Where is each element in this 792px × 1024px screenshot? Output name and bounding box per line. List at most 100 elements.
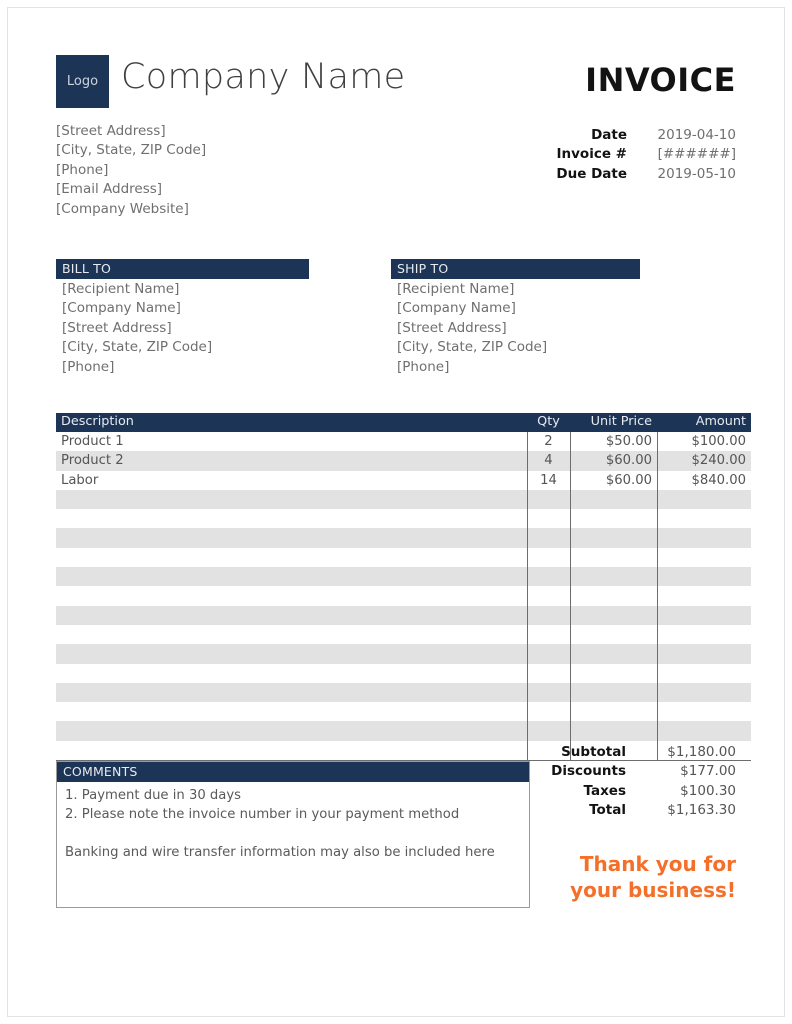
line-item-description xyxy=(56,702,527,721)
column-header-description: Description xyxy=(61,414,134,429)
bill-to-line: [City, State, ZIP Code] xyxy=(62,339,213,356)
line-item-qty xyxy=(527,664,570,683)
bill-to-line: [Recipient Name] xyxy=(62,281,180,297)
column-header-qty: Qty xyxy=(537,414,560,429)
line-item-row-empty[interactable] xyxy=(56,702,751,721)
date-label: Date xyxy=(591,127,627,143)
logo-label: Logo xyxy=(66,74,99,89)
ship-to-section: SHIP TO [Recipient Name] [Company Name] … xyxy=(391,259,640,377)
ship-to-lines: [Recipient Name] [Company Name] [Street … xyxy=(391,279,640,377)
subtotal-label: Subtotal xyxy=(561,744,626,760)
invoice-number-label: Invoice # xyxy=(556,146,627,163)
line-item-description xyxy=(56,567,527,586)
company-address-line: [Email Address] xyxy=(56,181,163,198)
line-item-qty xyxy=(527,586,570,605)
ship-to-header: SHIP TO xyxy=(391,259,640,279)
line-items-table: Description Qty Unit Price Amount Produc… xyxy=(56,413,751,762)
line-item-description xyxy=(56,606,527,625)
line-item-qty xyxy=(527,490,570,509)
total-value: $1,163.30 xyxy=(667,802,736,819)
line-items-header-row: Description Qty Unit Price Amount xyxy=(56,413,751,432)
line-item-row-empty[interactable] xyxy=(56,489,751,510)
line-item-row-empty[interactable] xyxy=(56,644,751,664)
subtotal-value: $1,180.00 xyxy=(667,744,736,760)
bill-to-line: [Phone] xyxy=(62,358,115,375)
line-item-qty: 14 xyxy=(540,472,557,488)
line-item-amount xyxy=(657,683,751,702)
column-header-unit-price: Unit Price xyxy=(590,414,652,429)
line-item-row-empty[interactable] xyxy=(56,586,751,605)
comments-line: 2. Please note the invoice number in you… xyxy=(65,807,460,823)
line-item-unit-price xyxy=(570,490,657,509)
line-item-qty xyxy=(527,625,570,644)
line-item-description xyxy=(56,548,527,567)
line-item-unit-price: $50.00 xyxy=(605,434,652,449)
due-date-label: Due Date xyxy=(556,165,627,182)
line-item-amount xyxy=(657,606,751,625)
line-item-row-empty[interactable] xyxy=(56,682,751,703)
line-item-qty xyxy=(527,644,570,663)
line-item-description xyxy=(56,721,527,740)
line-item-row[interactable]: Product 1 2 $50.00 $100.00 xyxy=(56,432,751,451)
line-item-qty xyxy=(527,683,570,702)
line-item-description xyxy=(56,683,527,702)
line-items-body: Product 1 2 $50.00 $100.00 Product 2 4 $60.00 $… xyxy=(56,432,751,761)
line-item-amount: $240.00 xyxy=(691,453,746,469)
column-header-amount: Amount xyxy=(695,414,746,429)
comments-spacer xyxy=(65,824,521,843)
line-item-unit-price: $60.00 xyxy=(605,472,652,488)
line-item-amount: $100.00 xyxy=(691,434,746,449)
line-item-row-empty[interactable] xyxy=(56,625,751,644)
line-item-unit-price xyxy=(570,528,657,547)
taxes-value: $100.30 xyxy=(680,782,736,799)
invoice-meta-block: Date 2019-04-10 Invoice # [######] Due D… xyxy=(436,126,736,184)
line-item-row-empty[interactable] xyxy=(56,548,751,567)
line-item-row-empty[interactable] xyxy=(56,605,751,625)
line-item-unit-price xyxy=(570,721,657,740)
line-item-row-empty[interactable] xyxy=(56,664,751,683)
line-item-amount xyxy=(657,586,751,605)
company-address-line: [City, State, ZIP Code] xyxy=(56,142,207,159)
bill-to-line: [Street Address] xyxy=(62,319,172,336)
line-item-amount xyxy=(657,625,751,644)
line-item-row-empty[interactable] xyxy=(56,567,751,587)
line-item-qty xyxy=(527,509,570,528)
line-item-amount xyxy=(657,509,751,528)
due-date-value: 2019-05-10 xyxy=(657,165,736,182)
line-item-unit-price: $60.00 xyxy=(605,453,652,469)
line-item-qty: 4 xyxy=(544,453,553,469)
ship-to-line: [Recipient Name] xyxy=(397,281,515,297)
line-item-row[interactable]: Labor 14 $60.00 $840.00 xyxy=(56,471,751,490)
line-item-description: Labor xyxy=(61,472,99,488)
line-item-row-empty[interactable] xyxy=(56,528,751,548)
line-item-unit-price xyxy=(570,702,657,721)
bill-to-lines: [Recipient Name] [Company Name] [Street … xyxy=(56,279,309,377)
comments-header: COMMENTS xyxy=(57,762,529,782)
company-address-line: [Street Address] xyxy=(56,123,166,139)
line-item-unit-price xyxy=(570,567,657,586)
line-item-amount xyxy=(657,644,751,663)
line-item-description xyxy=(56,625,527,644)
line-item-unit-price xyxy=(570,606,657,625)
line-item-description xyxy=(56,490,527,509)
company-name: Company Name xyxy=(121,57,406,97)
ship-to-line: [Company Name] xyxy=(397,300,516,317)
thank-you-line-2: your business! xyxy=(570,878,736,902)
line-item-qty xyxy=(527,567,570,586)
bill-to-section: BILL TO [Recipient Name] [Company Name] … xyxy=(56,259,309,377)
line-item-qty xyxy=(527,606,570,625)
line-item-unit-price xyxy=(570,548,657,567)
line-item-unit-price xyxy=(570,644,657,663)
date-value: 2019-04-10 xyxy=(657,127,736,143)
line-item-row-empty[interactable] xyxy=(56,509,751,528)
line-item-qty xyxy=(527,528,570,547)
line-item-row-empty[interactable] xyxy=(56,721,751,741)
line-item-unit-price xyxy=(570,664,657,683)
ship-to-line: [City, State, ZIP Code] xyxy=(397,339,548,356)
line-item-amount xyxy=(657,664,751,683)
totals-row: Subtotal $1,180.00 xyxy=(436,743,736,762)
line-item-amount xyxy=(657,548,751,567)
line-item-row[interactable]: Product 2 4 $60.00 $240.00 xyxy=(56,451,751,471)
line-item-amount xyxy=(657,721,751,740)
line-item-description xyxy=(56,509,527,528)
